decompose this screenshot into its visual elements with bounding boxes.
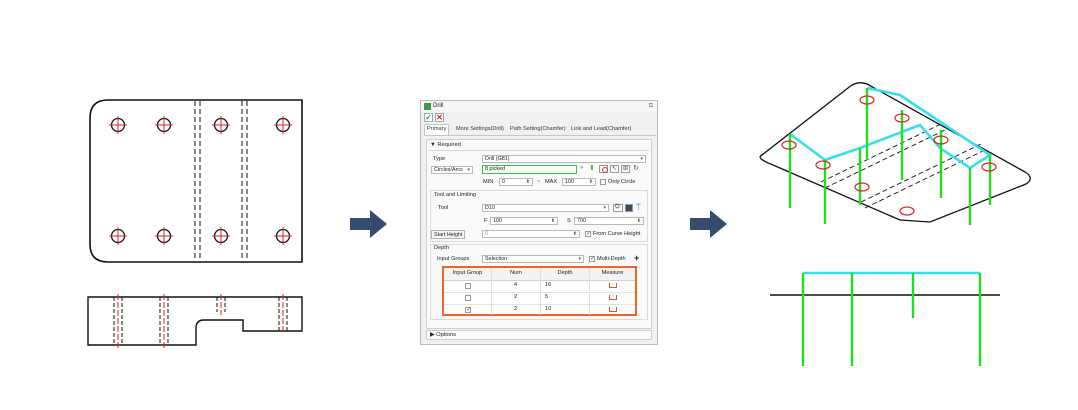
from-curve-height-label: From Curve Height <box>593 231 641 237</box>
plunge-lines-side <box>801 273 982 366</box>
measure-icon[interactable] <box>590 292 635 303</box>
only-circle-checkbox[interactable] <box>600 179 606 185</box>
feed-input[interactable]: 100 ⬍ <box>490 217 558 225</box>
hole-centerline <box>109 227 127 245</box>
select-cursor-icon[interactable]: ↖ <box>610 165 619 173</box>
multi-depth-label: Multi-Depth <box>597 256 626 262</box>
speed-input[interactable]: 700 ⬍ <box>574 217 644 225</box>
column-header: Measure <box>601 270 624 276</box>
plate-side-view-outline <box>87 296 303 346</box>
tab-more-settings-drill[interactable]: More Settings(Drill) <box>454 125 506 134</box>
arrow-right-icon <box>690 210 727 238</box>
tool-book-icon[interactable] <box>625 204 633 212</box>
tool-label: Tool <box>438 205 449 211</box>
tab-bar: Primary More Settings(Drill) Path Settin… <box>424 124 656 136</box>
chevron-down-icon: ▾ <box>603 205 606 211</box>
hole-centerline <box>155 116 173 134</box>
row-checkbox[interactable] <box>465 295 471 301</box>
required-section-header[interactable]: ▼ Required <box>430 141 461 149</box>
ok-check-icon[interactable]: ✓ <box>424 113 433 122</box>
arrow-right-icon <box>350 210 387 238</box>
chevron-down-icon: ▾ <box>578 256 581 262</box>
drill-app-icon <box>424 103 431 110</box>
options-panel[interactable]: ▶ Options <box>426 330 652 340</box>
input-groups-select[interactable]: Selection ▾ <box>482 255 584 263</box>
from-curve-height-checkbox[interactable] <box>585 231 591 237</box>
depth-section-header: Depth <box>434 245 449 251</box>
input-groups-label: Input Groups <box>437 256 470 262</box>
divider <box>429 150 649 151</box>
row-checkbox[interactable] <box>465 307 471 313</box>
restore-icon[interactable]: ⧉ <box>649 102 653 111</box>
max-label: MAX <box>545 179 558 185</box>
depth-cell[interactable]: 5 <box>541 292 590 303</box>
cancel-x-icon[interactable]: ✕ <box>435 113 444 122</box>
multi-depth-checkbox[interactable] <box>589 256 595 262</box>
stepper-icon: ⬍ <box>572 231 577 237</box>
measure-icon[interactable] <box>590 304 635 315</box>
refresh-icon[interactable]: ↻ <box>633 165 639 173</box>
tab-primary[interactable]: Primary <box>424 124 450 135</box>
column-header: Depth <box>541 268 590 279</box>
stepper-icon: ⬍ <box>550 218 555 224</box>
num-cell[interactable]: 4 <box>492 280 541 291</box>
chevron-down-icon: ▾ <box>640 156 643 162</box>
tool-library-icon[interactable]: ⛭ <box>613 204 623 212</box>
hole-centerline <box>274 227 292 245</box>
min-label: MIN <box>483 179 494 185</box>
hole-centerline <box>274 116 292 134</box>
depth-cell[interactable]: 10 <box>541 304 590 315</box>
toolpath-3d-view <box>759 82 1031 366</box>
depth-cell[interactable]: 16 <box>541 280 590 291</box>
expand-triangle-icon: ▶ <box>430 332 435 338</box>
min-input[interactable]: 0 ⬍ <box>499 178 533 186</box>
plate-top-view-outline <box>89 99 303 263</box>
tool-holder-icon[interactable]: ⍑ <box>636 203 641 212</box>
start-height-button[interactable]: Start Height <box>431 230 466 239</box>
stepper-icon: ⬍ <box>525 179 530 185</box>
measure-icon[interactable] <box>590 280 635 291</box>
drawing-2d <box>87 99 303 348</box>
options-section-header[interactable]: ▶ Options <box>430 331 456 339</box>
dialog-titlebar: Drill ⧉ <box>421 101 657 112</box>
geometry-selector[interactable]: Circles/Arcs ▾ <box>431 166 473 174</box>
speed-label: S <box>567 218 571 224</box>
arrow-up-icon[interactable]: ⬆ <box>589 165 595 173</box>
tab-path-setting-chamfer[interactable]: Path Setting(Chamfer) <box>508 125 568 134</box>
tool-section-header: Tool and Limiting <box>434 192 476 198</box>
dialog-title: Drill <box>433 103 444 109</box>
depth-table: Input Group Num Depth Measure 4 16 2 5 2… <box>442 266 637 316</box>
num-cell[interactable]: 2 <box>492 304 541 315</box>
start-height-input[interactable]: 0 ⬍ <box>482 230 580 238</box>
double-chevron-icon[interactable]: » <box>580 165 583 171</box>
stepper-icon: ⬍ <box>588 179 593 185</box>
hole-centerline <box>212 116 230 134</box>
column-header: Num <box>492 268 541 279</box>
type-select[interactable]: Drill (G81) ▾ <box>482 155 646 163</box>
dialog-toolbar: ✓ ✕ <box>421 112 657 124</box>
only-circle-label: Only Circle <box>608 179 636 185</box>
chevron-down-icon: ▾ <box>467 167 470 173</box>
row-checkbox[interactable] <box>465 283 471 289</box>
hole-centerline <box>109 116 127 134</box>
max-input[interactable]: 100 ⬍ <box>562 178 596 186</box>
feed-label: F <box>484 218 488 224</box>
collapse-triangle-icon: ▼ <box>430 142 436 148</box>
tab-link-and-lead-chamfer[interactable]: Link and Lead(Chamfer) <box>569 125 633 134</box>
drill-dialog: Drill ⧉ ✓ ✕ Primary More Settings(Drill)… <box>420 100 658 345</box>
stepper-icon: ⬍ <box>636 218 641 224</box>
hole-centerline <box>212 227 230 245</box>
num-cell[interactable]: 2 <box>492 292 541 303</box>
tool-select[interactable]: D10 ▾ <box>482 204 609 212</box>
type-label: Type <box>433 156 446 162</box>
picked-entities-field[interactable]: 8 picked <box>482 165 577 174</box>
link-path-3d <box>789 86 993 170</box>
remove-select-icon[interactable] <box>599 165 608 173</box>
hole-centerline <box>155 227 173 245</box>
column-header: Input Group <box>444 268 492 279</box>
range-tilde: ~ <box>537 179 541 185</box>
filter-icon[interactable]: ⊞ <box>621 165 630 173</box>
table-row[interactable]: 2 10 <box>444 304 635 316</box>
add-row-plus-icon[interactable]: + <box>634 254 639 263</box>
